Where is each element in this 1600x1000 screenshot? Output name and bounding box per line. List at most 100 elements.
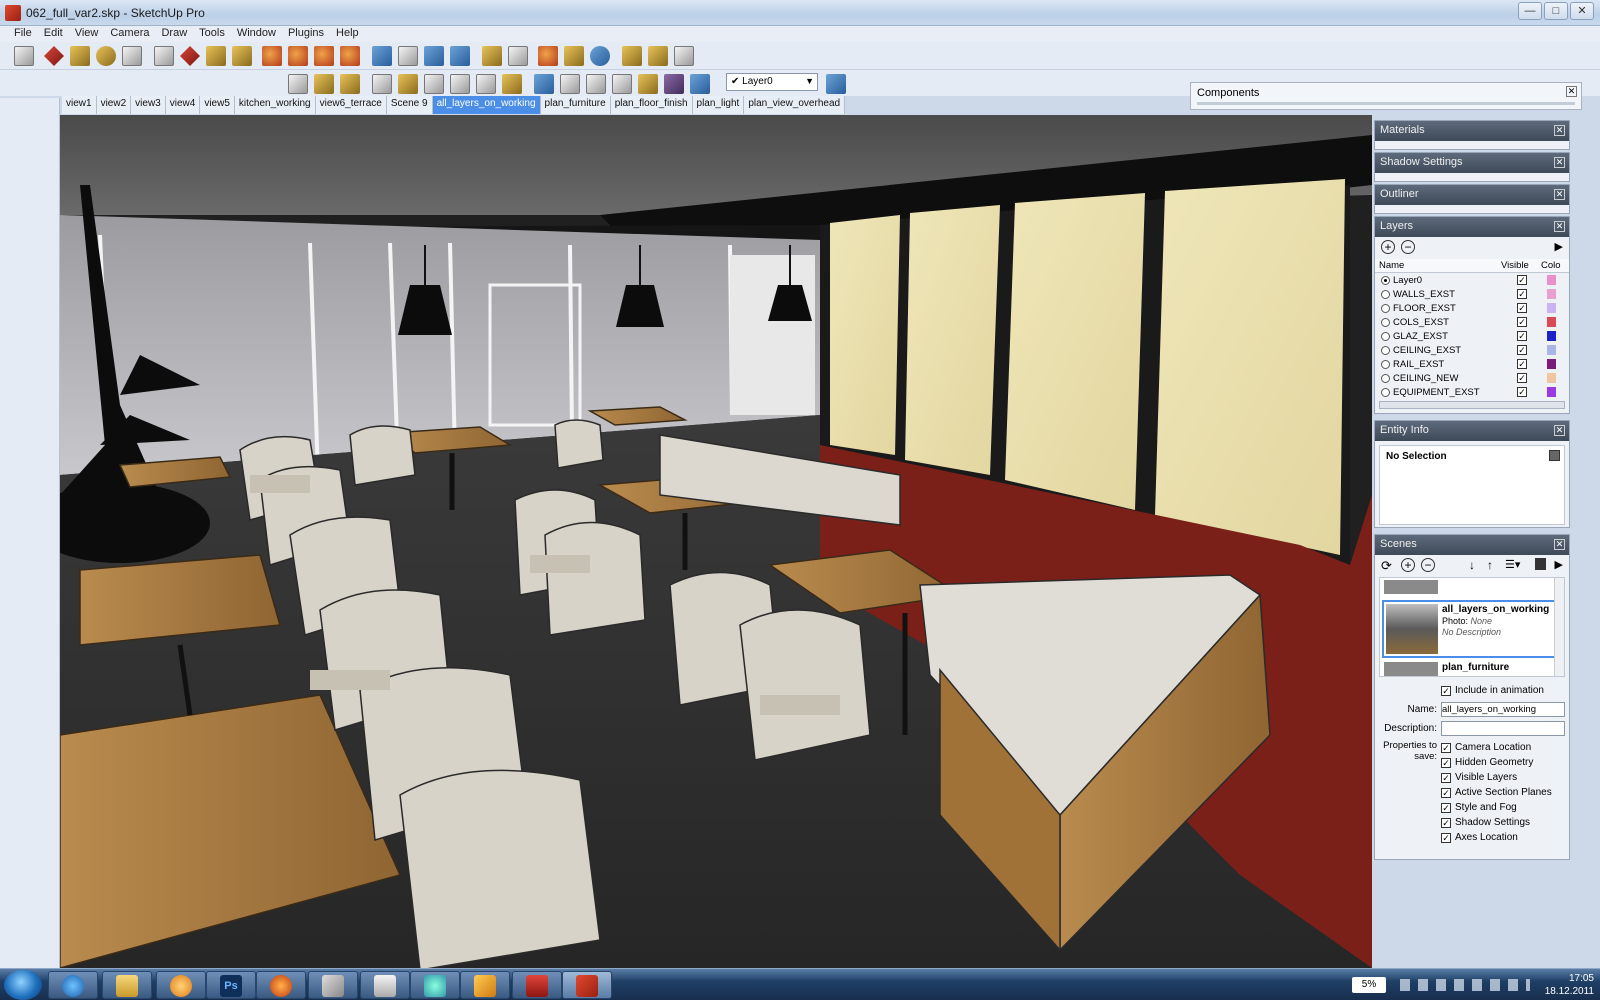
rectangle-tool-icon[interactable] (8, 158, 28, 178)
hidden-line-style-icon[interactable] (586, 74, 606, 94)
scene-tab-active[interactable]: all_layers_on_working (432, 96, 541, 114)
protractor-icon[interactable] (8, 334, 28, 354)
toggle-terrain-icon[interactable] (508, 46, 528, 66)
layer-row[interactable]: GLAZ_EXST ✓ (1375, 329, 1569, 343)
make-component-icon[interactable] (34, 106, 54, 126)
property-checkbox[interactable]: ✓ (1441, 802, 1451, 813)
scene-thumbnail-prev[interactable] (1384, 580, 1438, 594)
tape-measure-icon[interactable] (206, 46, 226, 66)
shadow-settings-panel[interactable]: Shadow Settings ✕ (1374, 152, 1570, 182)
display-section-icon[interactable] (314, 74, 334, 94)
zoom-window-icon[interactable] (34, 410, 54, 430)
get-models-icon[interactable] (538, 46, 558, 66)
select-tool-icon[interactable] (8, 106, 28, 126)
layer-color-swatch[interactable] (1547, 331, 1556, 341)
sketchy-physics-icon[interactable] (8, 674, 28, 694)
delete-layer-icon[interactable]: − (1401, 240, 1415, 254)
scene-name-input[interactable] (1441, 702, 1565, 717)
menu-camera[interactable]: Camera (104, 26, 155, 42)
follow-me-icon[interactable] (34, 258, 54, 278)
drape-icon[interactable] (34, 572, 54, 592)
line-tool-icon[interactable] (34, 158, 54, 178)
close-icon[interactable]: ✕ (1554, 157, 1565, 168)
left-view-icon[interactable] (502, 74, 522, 94)
orbit-tool-icon[interactable] (372, 46, 392, 66)
iso-view-icon[interactable] (372, 74, 392, 94)
view-options-icon[interactable]: ☰▾ (1505, 558, 1520, 571)
current-layer-radio[interactable] (1381, 289, 1390, 299)
zoom-tool-icon[interactable] (424, 46, 444, 66)
circle-tool-icon[interactable] (96, 46, 116, 66)
share-model-icon[interactable] (564, 46, 584, 66)
scene-tab[interactable]: Scene 9 (386, 96, 433, 114)
include-animation-checkbox[interactable]: ✓ (1441, 685, 1451, 696)
scene-tab[interactable]: view6_terrace (315, 96, 387, 114)
model-viewport[interactable] (60, 115, 1372, 968)
rotate-tool-icon[interactable] (314, 46, 334, 66)
layer-manager-icon[interactable] (690, 74, 710, 94)
scene-thumbnail-next[interactable] (1384, 662, 1438, 676)
rotate-tool-icon[interactable] (8, 258, 28, 278)
scene-next-name[interactable]: plan_furniture (1442, 662, 1509, 673)
pencil-tool-icon[interactable] (44, 46, 64, 66)
scene-tab[interactable]: view1 (62, 96, 97, 114)
current-layer-radio[interactable] (1381, 359, 1390, 369)
push-pull-icon[interactable] (34, 234, 54, 254)
taskbar-firefox[interactable] (256, 971, 306, 999)
layer-row[interactable]: CEILING_EXST ✓ (1375, 343, 1569, 357)
walk-tool-icon[interactable] (8, 486, 28, 506)
menu-help[interactable]: Help (330, 26, 365, 42)
layer-visible-checkbox[interactable]: ✓ (1517, 275, 1527, 285)
materials-panel[interactable]: Materials ✕ (1374, 120, 1570, 150)
current-layer-radio[interactable] (1381, 387, 1390, 397)
hide-details-icon[interactable] (1535, 558, 1546, 570)
scene-tab[interactable]: plan_furniture (540, 96, 611, 114)
layer-color-swatch[interactable] (1547, 289, 1556, 299)
start-button[interactable] (4, 970, 42, 1000)
stamp-icon[interactable] (8, 572, 28, 592)
add-location-icon[interactable] (482, 46, 502, 66)
property-checkbox[interactable]: ✓ (1441, 817, 1451, 828)
horizontal-scrollbar[interactable] (1379, 401, 1565, 409)
layer-row[interactable]: FLOOR_EXST ✓ (1375, 301, 1569, 315)
close-button[interactable]: ✕ (1570, 2, 1594, 20)
current-layer-radio[interactable] (1381, 345, 1390, 355)
scale-tool-icon[interactable] (8, 282, 28, 302)
eraser-tool-icon[interactable] (180, 46, 200, 66)
outliner-panel[interactable]: Outliner ✕ (1374, 184, 1570, 214)
minimize-button[interactable]: — (1518, 2, 1542, 20)
scene-tab[interactable]: view4 (165, 96, 201, 114)
menu-edit[interactable]: Edit (38, 26, 69, 42)
layer-row[interactable]: Layer0 ✓ (1375, 273, 1569, 287)
taskbar-ie[interactable] (48, 971, 98, 999)
taskbar-acrobat[interactable] (512, 971, 562, 999)
scene-tab[interactable]: plan_floor_finish (610, 96, 693, 114)
push-pull-icon[interactable] (262, 46, 282, 66)
scene-tab[interactable]: view3 (131, 96, 166, 114)
menu-window[interactable]: Window (231, 26, 282, 42)
scene-tab[interactable]: view5 (200, 96, 235, 114)
layer-row[interactable]: RAIL_EXST ✓ (1375, 357, 1569, 371)
add-layer-icon[interactable]: + (1381, 240, 1395, 254)
layer-visible-checkbox[interactable]: ✓ (1517, 359, 1527, 369)
components-tray[interactable]: Components ✕ (1190, 82, 1582, 110)
layer-visible-checkbox[interactable]: ✓ (1517, 303, 1527, 313)
3d-text-icon[interactable] (34, 358, 54, 378)
scene-tab[interactable]: kitchen_working (234, 96, 316, 114)
layer-row[interactable]: WALLS_EXST ✓ (1375, 287, 1569, 301)
scene-tab[interactable]: plan_view_overhead (744, 96, 846, 114)
look-around-icon[interactable] (34, 462, 54, 482)
current-layer-radio[interactable] (1381, 275, 1390, 285)
close-icon[interactable]: ✕ (1554, 425, 1565, 436)
taskbar-tool[interactable] (308, 971, 358, 999)
close-icon[interactable]: ✕ (1554, 221, 1565, 232)
current-layer-select[interactable]: ✔ Layer0 ▼ (726, 73, 818, 91)
scene-tab[interactable]: plan_light (692, 96, 745, 114)
current-layer-radio[interactable] (1381, 303, 1390, 313)
zoom-extents-icon[interactable] (34, 434, 54, 454)
property-checkbox[interactable]: ✓ (1441, 757, 1451, 768)
components-close-button[interactable]: ✕ (1566, 86, 1577, 97)
current-layer-radio[interactable] (1381, 317, 1390, 327)
right-view-icon[interactable] (450, 74, 470, 94)
google-earth-icon[interactable] (590, 46, 610, 66)
